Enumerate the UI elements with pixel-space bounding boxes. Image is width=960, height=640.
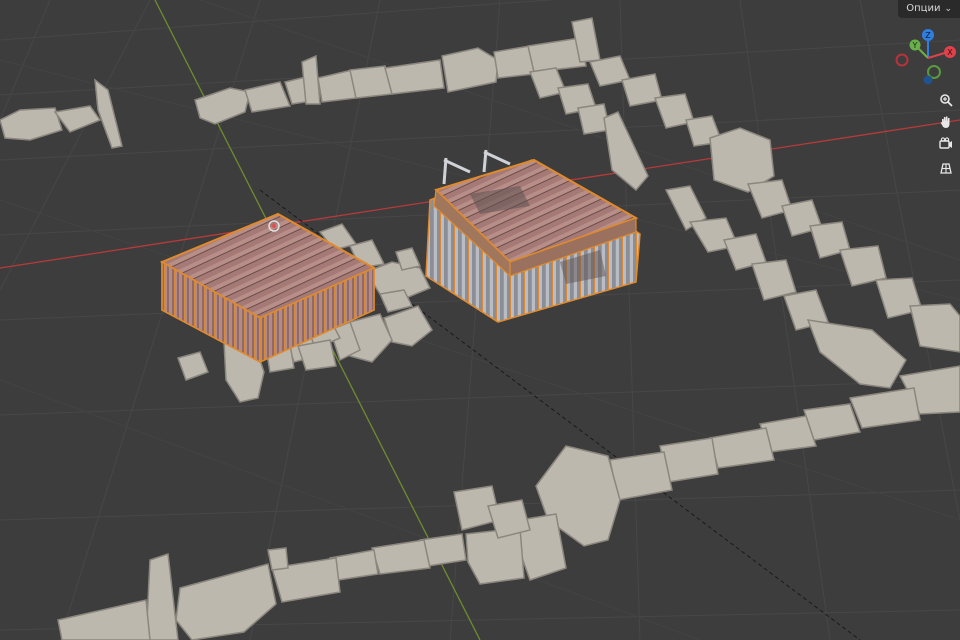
zoom-icon[interactable] xyxy=(934,88,958,112)
gizmo-x-label: X xyxy=(947,48,953,57)
gizmo-neg-z-axis[interactable] xyxy=(923,75,933,85)
camera-icon[interactable] xyxy=(934,132,958,156)
options-label: Опции xyxy=(906,3,941,14)
scene-canvas[interactable] xyxy=(0,0,960,640)
grid-icon[interactable] xyxy=(934,156,958,180)
gizmo-z-label: Z xyxy=(925,31,931,40)
stone-walls[interactable] xyxy=(0,17,960,640)
hand-pan-icon[interactable] xyxy=(934,110,958,134)
gizmo-neg-x-axis[interactable] xyxy=(895,53,909,67)
3d-viewport[interactable]: Опции ⌄ Z Y X xyxy=(0,0,960,640)
gizmo-y-label: Y xyxy=(912,41,918,50)
chevron-down-icon: ⌄ xyxy=(944,4,952,14)
options-dropdown-button[interactable]: Опции ⌄ xyxy=(898,0,960,18)
wooden-cage-right[interactable] xyxy=(425,149,641,323)
navigation-gizmo[interactable]: Z Y X xyxy=(890,24,960,88)
